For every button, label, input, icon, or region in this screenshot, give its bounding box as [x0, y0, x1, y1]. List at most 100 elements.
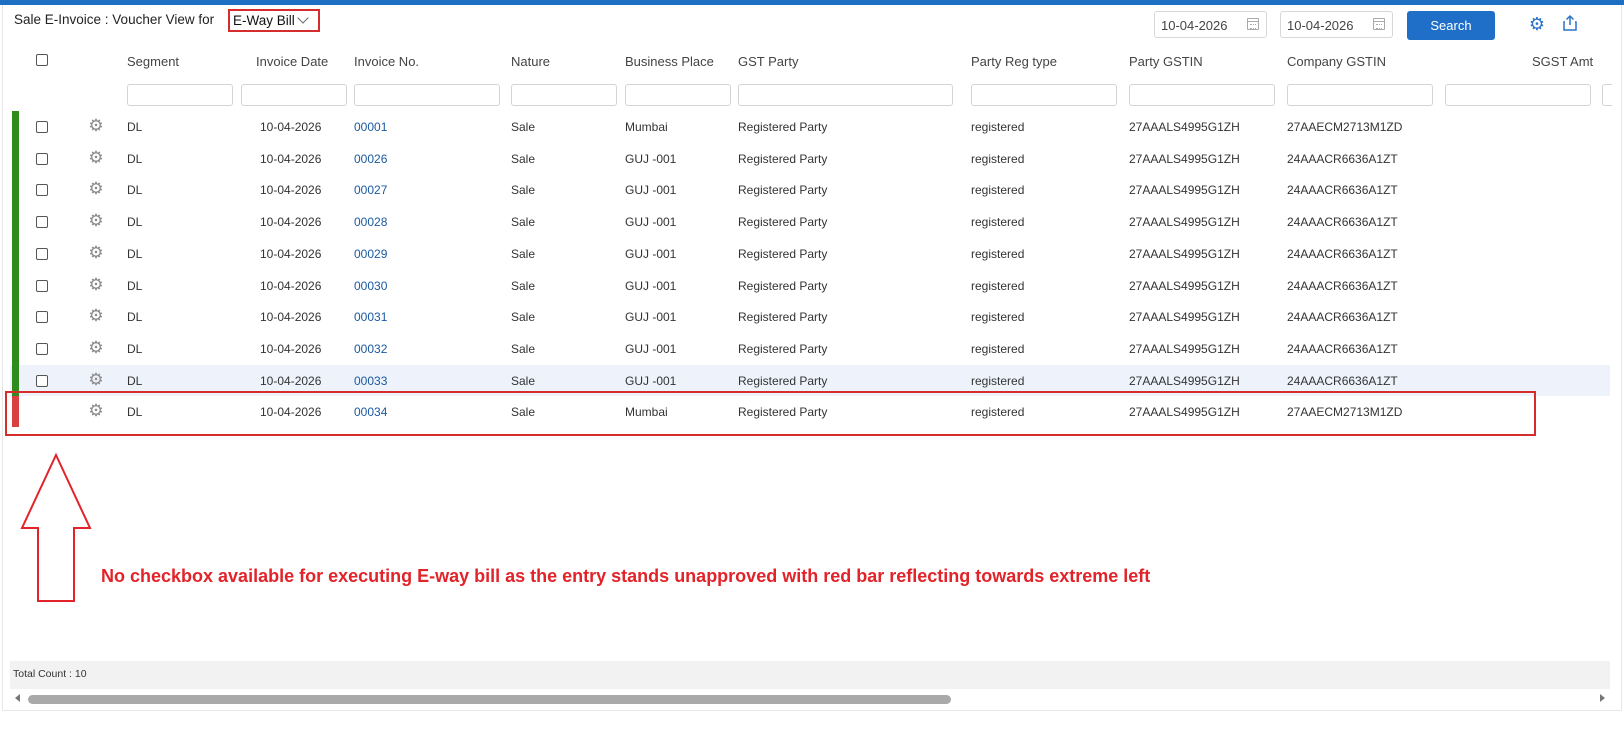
approved-status-bar — [12, 111, 19, 143]
filter-input-nature[interactable] — [511, 84, 617, 106]
cell-invoice-no[interactable]: 00032 — [354, 342, 387, 356]
cell-party-reg-type: registered — [971, 279, 1025, 293]
column-header-sgst-amt[interactable]: SGST Amt — [1532, 54, 1593, 69]
chevron-down-icon — [297, 12, 309, 24]
cell-segment: DL — [127, 183, 143, 197]
cell-invoice-no[interactable]: 00001 — [354, 120, 387, 134]
row-checkbox[interactable] — [36, 216, 48, 228]
row-checkbox[interactable] — [36, 153, 48, 165]
row-gear-icon[interactable]: ⚙ — [88, 212, 104, 229]
cell-invoice-no[interactable]: 00026 — [354, 152, 387, 166]
cell-company-gstin: 24AAACR6636A1ZT — [1287, 374, 1398, 388]
cell-party-reg-type: registered — [971, 152, 1025, 166]
search-button[interactable]: Search — [1407, 11, 1495, 40]
cell-invoice-no[interactable]: 00028 — [354, 215, 387, 229]
filter-input-segment[interactable] — [127, 84, 233, 106]
row-gear-icon[interactable]: ⚙ — [88, 276, 104, 293]
cell-nature: Sale — [511, 120, 536, 134]
voucher-type-value: E-Way Bill — [233, 13, 295, 28]
cell-nature: Sale — [511, 152, 536, 166]
row-checkbox[interactable] — [36, 343, 48, 355]
approved-status-bar — [12, 174, 19, 206]
cell-invoice-date: 10-04-2026 — [260, 215, 322, 229]
filter-input-party-gstin[interactable] — [1129, 84, 1275, 106]
column-header-invoice-no[interactable]: Invoice No. — [354, 54, 419, 69]
cell-business-place: GUJ -001 — [625, 183, 677, 197]
cell-party-reg-type: registered — [971, 215, 1025, 229]
column-header-invoice-date[interactable]: Invoice Date — [256, 54, 328, 69]
cell-invoice-date: 10-04-2026 — [260, 279, 322, 293]
calendar-icon[interactable] — [1247, 18, 1259, 30]
cell-company-gstin: 27AAECM2713M1ZD — [1287, 120, 1403, 134]
cell-party-reg-type: registered — [971, 183, 1025, 197]
row-gear-icon[interactable]: ⚙ — [88, 339, 104, 356]
filter-input-party-reg-type[interactable] — [971, 84, 1117, 106]
cell-gst-party: Registered Party — [738, 215, 828, 229]
select-all-checkbox[interactable] — [36, 54, 48, 66]
column-header-party-gstin[interactable]: Party GSTIN — [1129, 54, 1203, 69]
cell-segment: DL — [127, 247, 143, 261]
scroll-left-arrow-icon[interactable] — [15, 694, 20, 702]
column-header-business-place[interactable]: Business Place — [625, 54, 714, 69]
cell-invoice-no[interactable]: 00027 — [354, 183, 387, 197]
column-header-party-reg-type[interactable]: Party Reg type — [971, 54, 1057, 69]
cell-invoice-no[interactable]: 00033 — [354, 374, 387, 388]
column-header-segment[interactable]: Segment — [127, 54, 179, 69]
filter-input-next-column[interactable] — [1602, 84, 1612, 106]
cell-party-gstin: 27AAALS4995G1ZH — [1129, 374, 1240, 388]
voucher-type-dropdown[interactable]: E-Way Bill — [228, 9, 320, 32]
share-export-icon[interactable] — [1560, 14, 1580, 34]
cell-gst-party: Registered Party — [738, 183, 828, 197]
to-date-input[interactable]: 10-04-2026 — [1280, 11, 1393, 38]
filter-input-business-place[interactable] — [625, 84, 731, 106]
row-gear-icon[interactable]: ⚙ — [88, 149, 104, 166]
cell-segment: DL — [127, 342, 143, 356]
cell-segment: DL — [127, 215, 143, 229]
row-checkbox[interactable] — [36, 375, 48, 387]
row-gear-icon[interactable]: ⚙ — [88, 117, 104, 134]
row-checkbox[interactable] — [36, 121, 48, 133]
filter-input-gst-party[interactable] — [738, 84, 953, 106]
cell-segment: DL — [127, 310, 143, 324]
row-gear-icon[interactable]: ⚙ — [88, 371, 104, 388]
row-gear-icon[interactable]: ⚙ — [88, 180, 104, 197]
cell-invoice-no[interactable]: 00029 — [354, 247, 387, 261]
cell-gst-party: Registered Party — [738, 120, 828, 134]
cell-invoice-date: 10-04-2026 — [260, 152, 322, 166]
cell-invoice-date: 10-04-2026 — [260, 120, 322, 134]
row-checkbox[interactable] — [36, 280, 48, 292]
from-date-input[interactable]: 10-04-2026 — [1154, 11, 1267, 38]
column-header-nature[interactable]: Nature — [511, 54, 550, 69]
row-gear-icon[interactable]: ⚙ — [88, 307, 104, 324]
row-checkbox[interactable] — [36, 184, 48, 196]
scrollbar-thumb[interactable] — [28, 695, 951, 704]
cell-nature: Sale — [511, 279, 536, 293]
cell-party-reg-type: registered — [971, 120, 1025, 134]
cell-invoice-no[interactable]: 00030 — [354, 279, 387, 293]
approved-status-bar — [12, 270, 19, 302]
row-checkbox[interactable] — [36, 311, 48, 323]
filter-input-invoice-date[interactable] — [241, 84, 347, 106]
row-checkbox[interactable] — [36, 248, 48, 260]
approved-status-bar — [12, 206, 19, 238]
approved-status-bar — [12, 333, 19, 365]
filter-input-sgst-amt[interactable] — [1445, 84, 1591, 106]
cell-invoice-date: 10-04-2026 — [260, 310, 322, 324]
scroll-right-arrow-icon[interactable] — [1600, 694, 1605, 702]
column-header-company-gstin[interactable]: Company GSTIN — [1287, 54, 1386, 69]
cell-segment: DL — [127, 152, 143, 166]
cell-invoice-no[interactable]: 00031 — [354, 310, 387, 324]
calendar-icon[interactable] — [1373, 18, 1385, 30]
filter-input-company-gstin[interactable] — [1287, 84, 1433, 106]
filter-input-invoice-no[interactable] — [354, 84, 500, 106]
cell-nature: Sale — [511, 247, 536, 261]
cell-nature: Sale — [511, 183, 536, 197]
to-date-value: 10-04-2026 — [1287, 18, 1354, 33]
gear-icon[interactable]: ⚙ — [1527, 14, 1547, 34]
approved-status-bar — [12, 238, 19, 270]
cell-invoice-date: 10-04-2026 — [260, 342, 322, 356]
cell-company-gstin: 24AAACR6636A1ZT — [1287, 247, 1398, 261]
row-gear-icon[interactable]: ⚙ — [88, 244, 104, 261]
cell-business-place: Mumbai — [625, 120, 668, 134]
column-header-gst-party[interactable]: GST Party — [738, 54, 798, 69]
